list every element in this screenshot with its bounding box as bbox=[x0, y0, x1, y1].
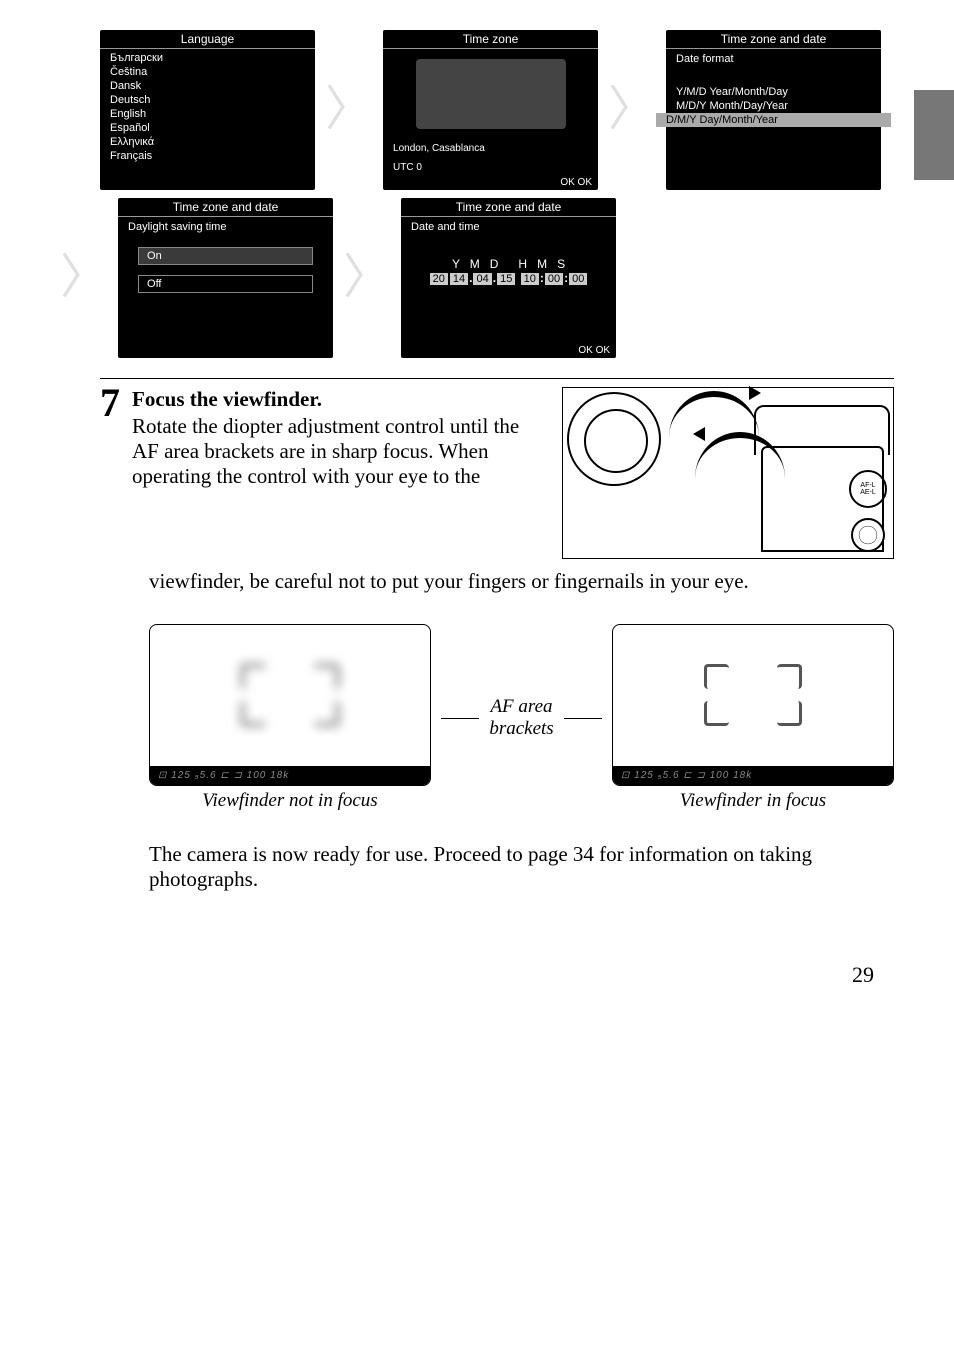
viewfinder-unfocused-label: Viewfinder not in focus bbox=[202, 790, 377, 812]
viewfinder-comparison: ⊡ 125 ₅5.6 ⊏ ⊐ 100 18k Viewfinder not in… bbox=[149, 624, 894, 812]
separator bbox=[100, 378, 894, 379]
language-screen: Language Български Čeština Dansk Deutsch… bbox=[100, 30, 315, 190]
datetime-title: Time zone and date bbox=[401, 198, 616, 217]
final-paragraph: The camera is now ready for use. Proceed… bbox=[149, 842, 894, 892]
dateformat-screen: Time zone and date Date format Y/M/D Yea… bbox=[666, 30, 881, 190]
timezone-utc: UTC 0 bbox=[383, 158, 598, 177]
dateformat-option-selected: D/M/Y Day/Month/Year bbox=[656, 113, 891, 127]
lang-item: Ελληνικά bbox=[110, 135, 305, 149]
world-map bbox=[416, 59, 566, 129]
af-brackets-icon bbox=[704, 664, 802, 726]
dst-screen: Time zone and date Daylight saving time … bbox=[118, 198, 333, 358]
timezone-title: Time zone bbox=[383, 30, 598, 49]
lang-item: Български bbox=[110, 51, 305, 65]
language-title: Language bbox=[100, 30, 315, 49]
datetime-headers: Y M D H M S bbox=[401, 257, 616, 271]
language-list: Български Čeština Dansk Deutsch English … bbox=[100, 49, 315, 165]
menu-screens-row-2: 〉 Time zone and date Daylight saving tim… bbox=[100, 198, 894, 358]
connector-line bbox=[441, 718, 479, 719]
ok-footer: OK OK bbox=[578, 345, 610, 356]
dateformat-option: M/D/Y Month/Day/Year bbox=[666, 99, 881, 113]
lang-item: English bbox=[110, 107, 305, 121]
section-tab bbox=[914, 90, 954, 180]
lang-item: Deutsch bbox=[110, 93, 305, 107]
dateformat-title: Time zone and date bbox=[666, 30, 881, 49]
ok-footer: OK OK bbox=[560, 177, 592, 188]
viewfinder-focused-label: Viewfinder in focus bbox=[680, 790, 826, 812]
page-number: 29 bbox=[100, 962, 894, 988]
viewfinder-info-bar: ⊡ 125 ₅5.6 ⊏ ⊐ 100 18k bbox=[613, 766, 893, 785]
step-7: 7 Focus the viewfinder. Rotate the diopt… bbox=[100, 387, 894, 559]
dst-title: Time zone and date bbox=[118, 198, 333, 217]
ae-af-lock-button-icon: AF-L AE-L bbox=[849, 470, 887, 508]
step-title: Focus the viewfinder. bbox=[132, 387, 550, 412]
datetime-values: 2014.04.15 10:00:00 bbox=[401, 271, 616, 285]
diopter-dial-icon bbox=[567, 392, 661, 486]
af-brackets-label: AF area brackets bbox=[489, 696, 553, 740]
viewfinder-info-bar: ⊡ 125 ₅5.6 ⊏ ⊐ 100 18k bbox=[150, 766, 430, 785]
rotate-arrow-icon bbox=[669, 391, 759, 437]
step-number: 7 bbox=[100, 383, 120, 423]
lang-item: Français bbox=[110, 149, 305, 163]
dateformat-option: Y/M/D Year/Month/Day bbox=[666, 85, 881, 99]
chevron-right-icon: 〉 bbox=[60, 254, 108, 302]
lang-item: Dansk bbox=[110, 79, 305, 93]
map-left-arrow-icon: ◀ bbox=[365, 84, 376, 101]
viewfinder-unfocused: ⊡ 125 ₅5.6 ⊏ ⊐ 100 18k bbox=[149, 624, 431, 786]
dst-on: On bbox=[138, 247, 313, 265]
timezone-screen: Time zone ◀ ▶ London, Casablanca UTC 0 O… bbox=[383, 30, 598, 190]
lang-item: Čeština bbox=[110, 65, 305, 79]
datetime-screen: Time zone and date Date and time Y M D H… bbox=[401, 198, 616, 358]
map-right-arrow-icon: ▶ bbox=[605, 84, 616, 101]
dst-off: Off bbox=[138, 275, 313, 293]
menu-screens-row-1: Language Български Čeština Dansk Deutsch… bbox=[100, 30, 894, 190]
dateformat-subtitle: Date format bbox=[666, 49, 881, 69]
chevron-right-icon: 〉 bbox=[343, 254, 391, 302]
step-body: Rotate the diopter adjustment control un… bbox=[132, 414, 550, 489]
af-brackets-icon bbox=[241, 664, 339, 726]
timezone-location: London, Casablanca bbox=[383, 139, 598, 158]
dst-subtitle: Daylight saving time bbox=[118, 217, 333, 237]
multi-selector-icon bbox=[851, 518, 885, 552]
datetime-entry: Y M D H M S 2014.04.15 10:00:00 bbox=[401, 237, 616, 285]
connector-line bbox=[564, 718, 602, 719]
datetime-subtitle: Date and time bbox=[401, 217, 616, 237]
step-continuation: viewfinder, be careful not to put your f… bbox=[149, 569, 894, 594]
camera-diagram: AF-L AE-L bbox=[562, 387, 894, 559]
lang-item: Español bbox=[110, 121, 305, 135]
viewfinder-focused: ⊡ 125 ₅5.6 ⊏ ⊐ 100 18k bbox=[612, 624, 894, 786]
